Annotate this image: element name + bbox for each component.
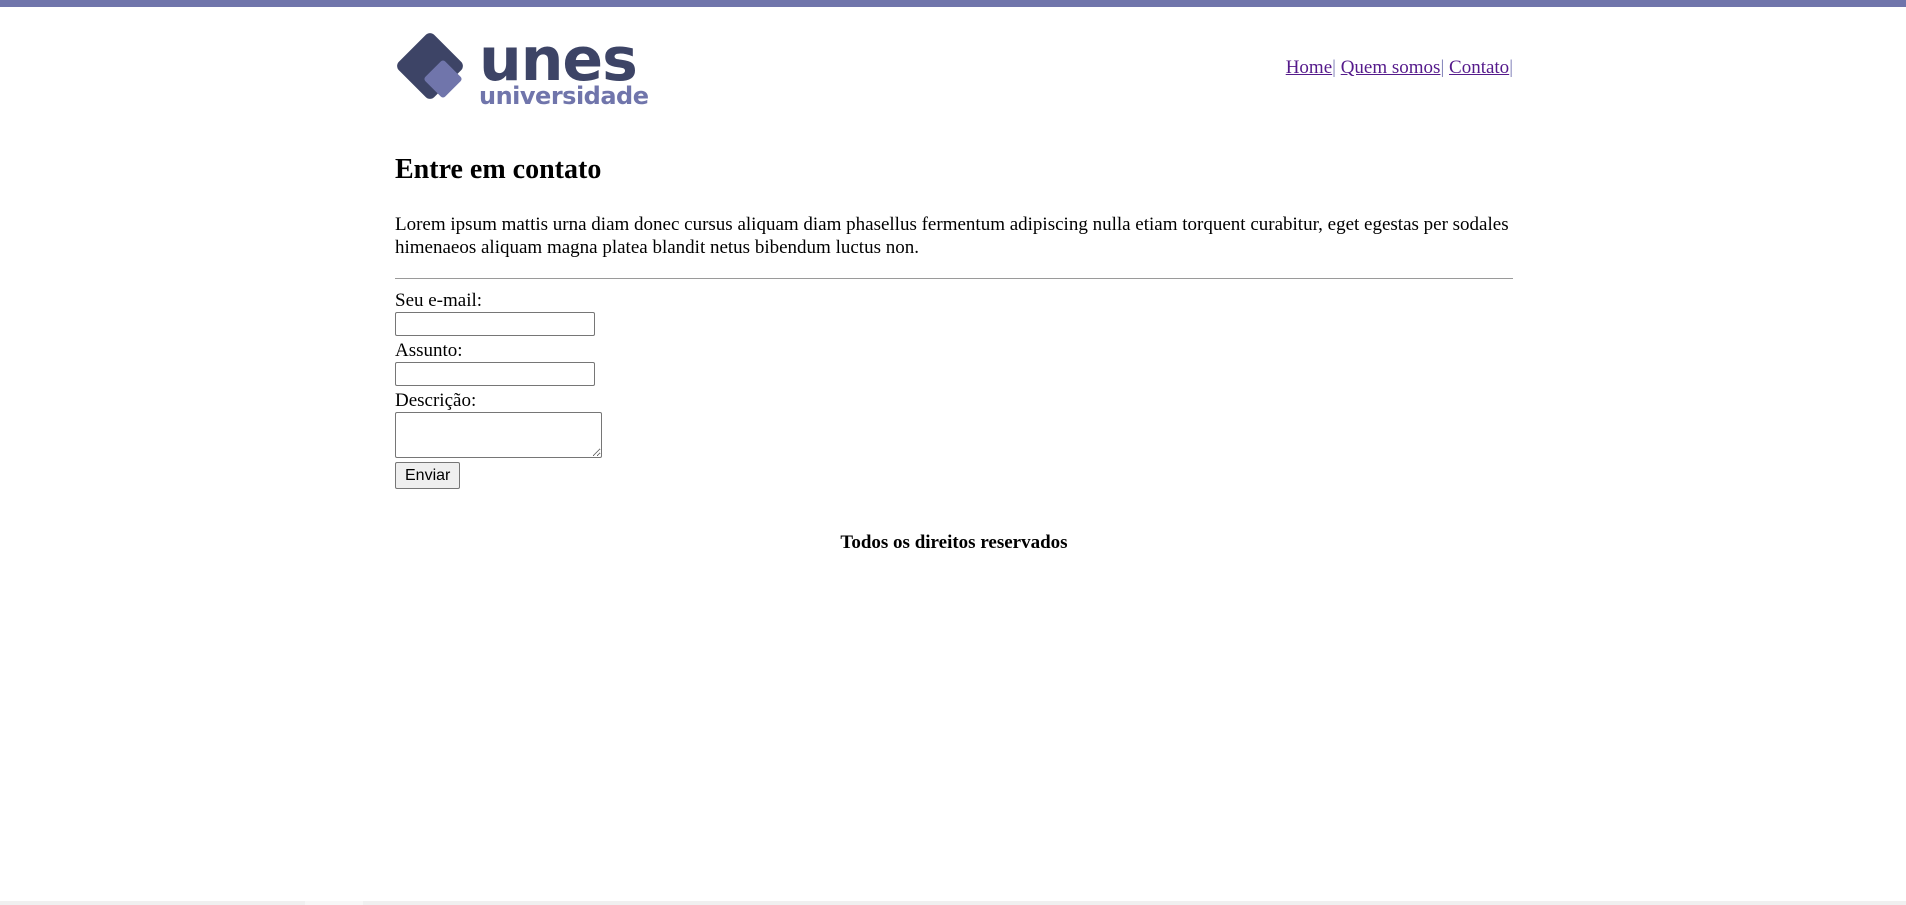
logo-subtitle-text: universidade	[479, 82, 649, 110]
logo-diamond-icon	[397, 33, 463, 99]
email-label: Seu e-mail:	[395, 290, 483, 311]
page-title: Entre em contato	[395, 154, 602, 185]
subject-label: Assunto:	[395, 340, 463, 361]
description-field[interactable]	[395, 412, 602, 458]
horizontal-scrollbar[interactable]	[0, 901, 1906, 905]
description-label: Descrição:	[395, 390, 477, 411]
top-accent-bar	[0, 0, 1906, 7]
intro-paragraph: Lorem ipsum mattis urna diam donec cursu…	[395, 214, 1509, 258]
nav-link-quem-somos[interactable]: Quem somos	[1341, 57, 1441, 78]
submit-button[interactable]: Enviar	[395, 462, 461, 489]
subject-field[interactable]	[395, 362, 595, 386]
email-field[interactable]	[395, 312, 595, 336]
nav-separator: |	[1440, 57, 1445, 78]
footer-text: Todos os direitos reservados	[840, 532, 1068, 553]
header: unes universidade Home| Quem somos| Cont…	[395, 7, 1513, 135]
page-container: unes universidade Home| Quem somos| Cont…	[395, 7, 1513, 553]
nav-link-home[interactable]: Home	[1286, 57, 1332, 78]
nav-separator: |	[1332, 57, 1336, 78]
scrollbar-thumb[interactable]	[305, 901, 363, 905]
unes-logo[interactable]: unes universidade	[395, 31, 665, 111]
nav-separator: |	[1509, 57, 1513, 78]
contact-form: Seu e-mail: Assunto: Descrição: Enviar	[395, 290, 602, 489]
divider	[395, 278, 1513, 279]
main-nav: Home| Quem somos| Contato|	[1286, 57, 1513, 79]
nav-link-contato[interactable]: Contato	[1449, 57, 1509, 78]
